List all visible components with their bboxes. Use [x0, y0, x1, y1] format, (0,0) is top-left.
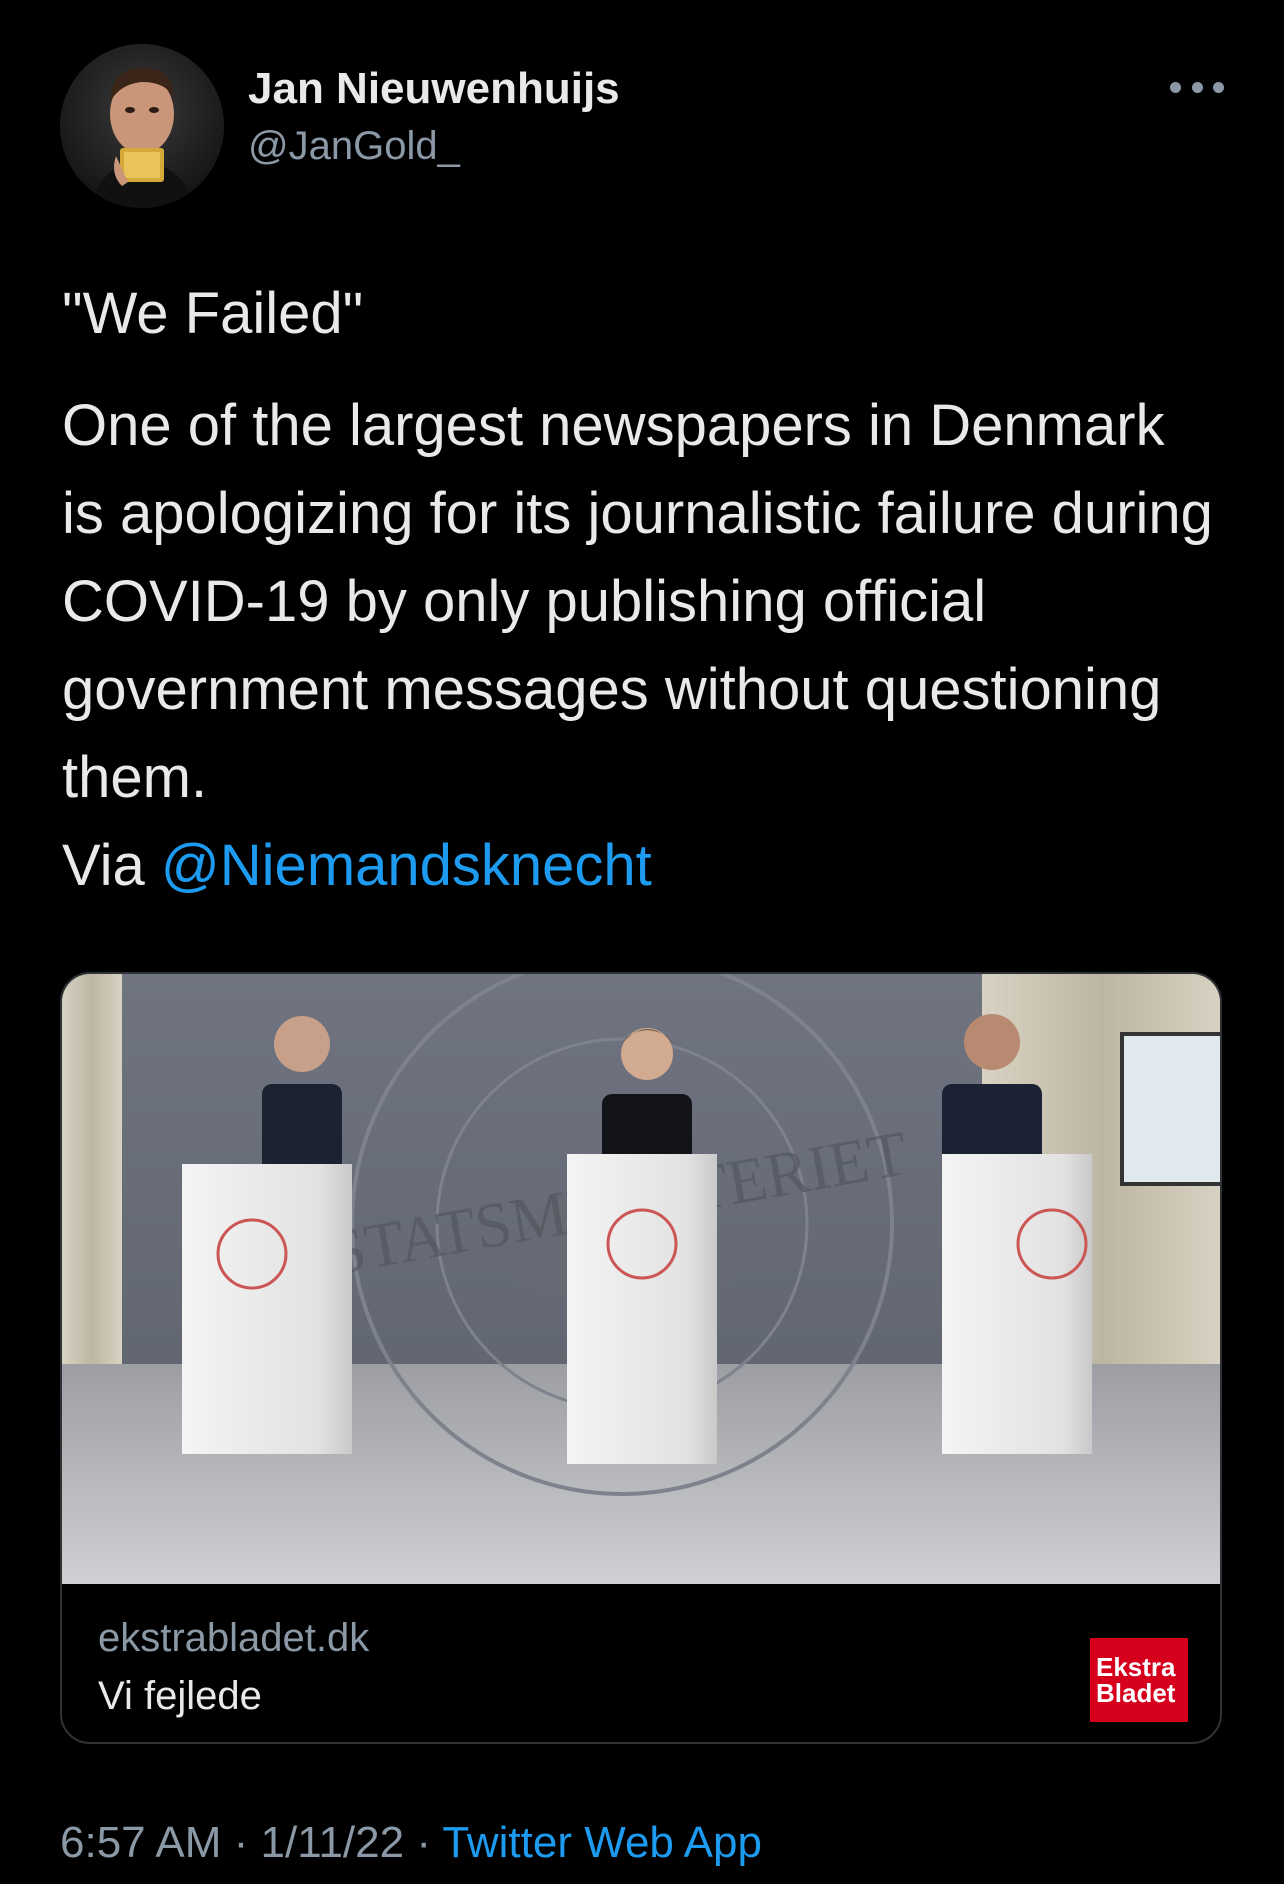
logo-line-2: Bladet: [1096, 1678, 1176, 1708]
tweet-meta: 6:57 AM · 1/11/22 · Twitter Web App: [60, 1818, 762, 1868]
tweet-headline: "We Failed": [62, 281, 364, 346]
link-preview-card[interactable]: STATSMINISTERIET Ekstra Bladet ekstrabla…: [60, 972, 1222, 1744]
via-label: Via: [62, 833, 161, 898]
dot: [1170, 81, 1181, 93]
link-preview-image: STATSMINISTERIET: [62, 974, 1220, 1584]
dot: [1191, 81, 1203, 93]
separator: ·: [404, 1818, 443, 1867]
author-handle[interactable]: @JanGold_: [248, 124, 460, 169]
tweet-date[interactable]: 1/11/22: [261, 1818, 405, 1867]
tweet-time[interactable]: 6:57 AM: [60, 1818, 221, 1867]
tweet-body-text: One of the largest newspapers in Denmark…: [62, 393, 1213, 810]
dot: [1213, 81, 1224, 93]
separator: ·: [221, 1818, 261, 1867]
author-avatar[interactable]: [60, 44, 224, 208]
tweet-body: One of the largest newspapers in Denmark…: [62, 382, 1222, 910]
more-options-icon[interactable]: [1170, 72, 1224, 102]
tweet-source-link[interactable]: Twitter Web App: [442, 1818, 762, 1867]
ekstra-bladet-logo: Ekstra Bladet: [1090, 1638, 1188, 1722]
card-domain: ekstrabladet.dk: [98, 1616, 370, 1660]
card-title: Vi fejlede: [98, 1674, 262, 1718]
avatar-image: [60, 44, 224, 208]
mention-link[interactable]: @Niemandsknecht: [161, 833, 652, 898]
author-name[interactable]: Jan Nieuwenhuijs: [248, 64, 620, 114]
logo-line-1: Ekstra: [1096, 1652, 1176, 1682]
